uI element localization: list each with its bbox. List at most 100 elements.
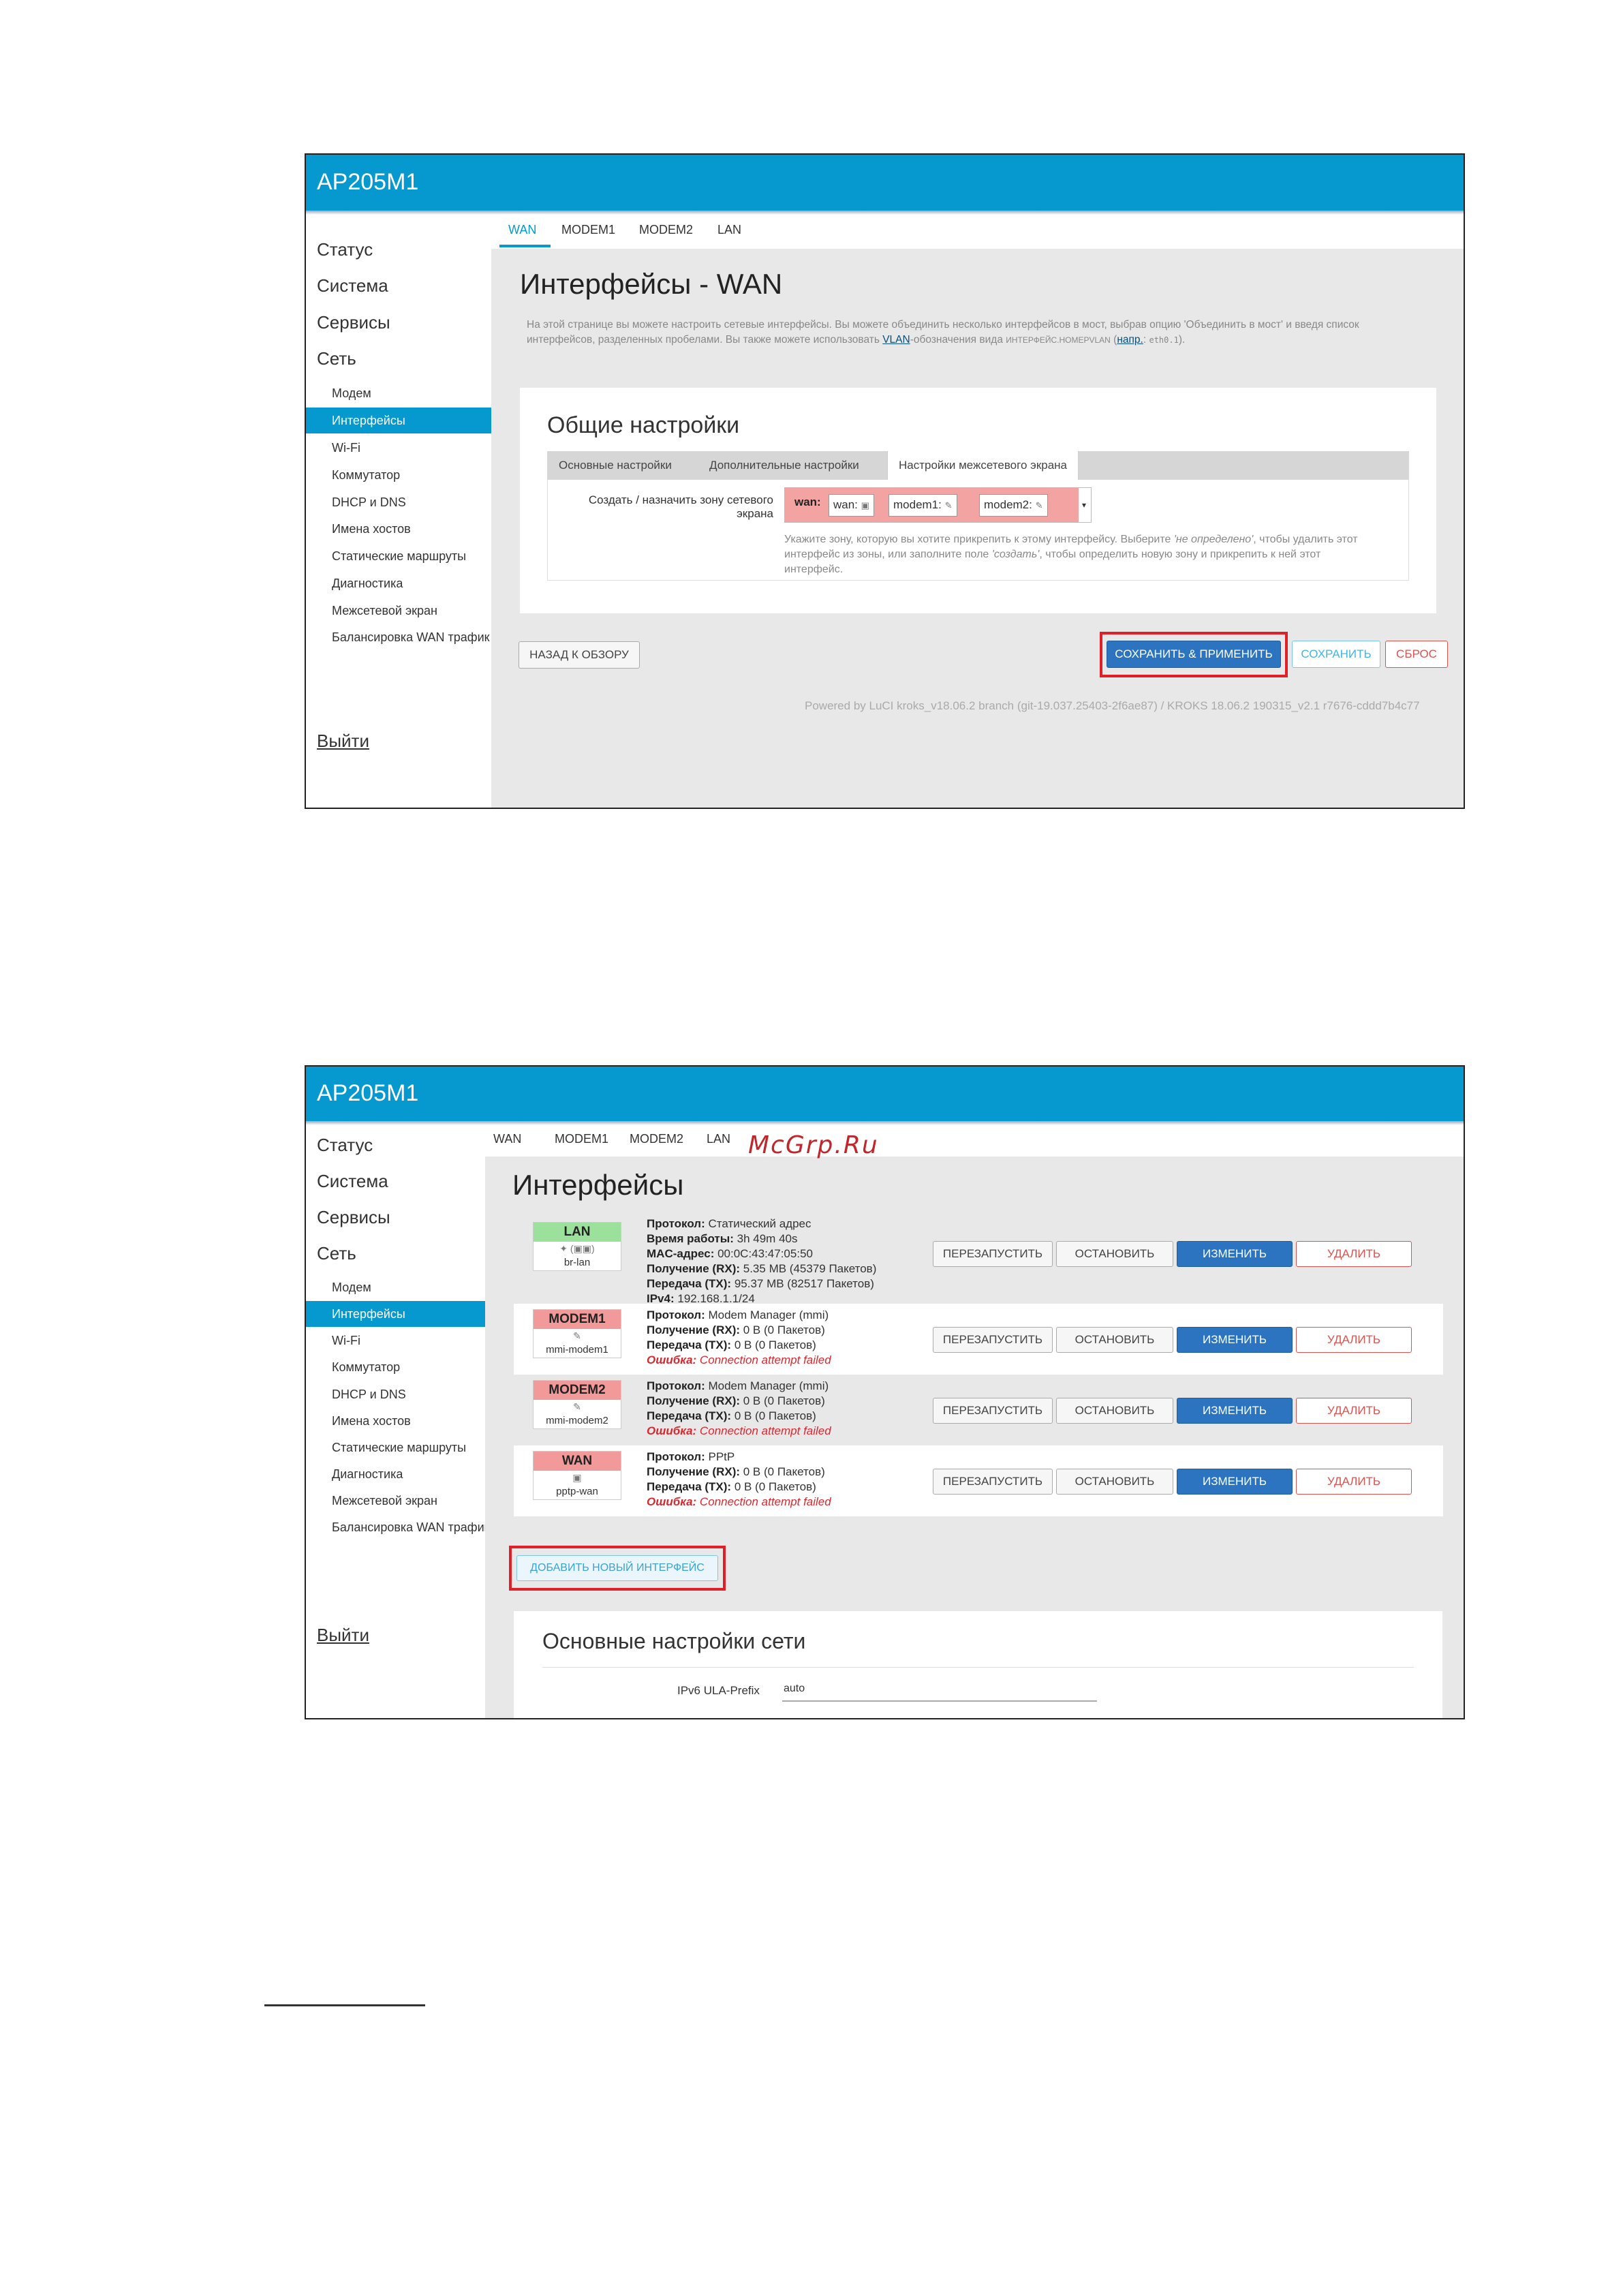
interface-badge: WAN ▣ pptp-wan (533, 1451, 621, 1500)
edit-button[interactable]: ИЗМЕНИТЬ (1177, 1241, 1293, 1267)
nav-hostnames[interactable]: Имена хостов (332, 522, 411, 536)
logout-link[interactable]: Выйти (317, 731, 369, 752)
nav-diagnostics[interactable]: Диагностика (332, 577, 403, 591)
add-interface-button[interactable]: ДОБАВИТЬ НОВЫЙ ИНТЕРФЕЙС (516, 1555, 718, 1581)
nav-interfaces-label: Интерфейсы (332, 414, 405, 427)
firewall-zone-select[interactable]: wan: wan: ▣ modem1: ✎ modem2: ✎ ▾ (784, 487, 1092, 523)
nav-hostnames[interactable]: Имена хостов (332, 1414, 411, 1428)
screenshot-interfaces-overview: AP205M1 Статус Система Сервисы Сеть Моде… (305, 1065, 1465, 1719)
settings-subtabs: Основные настройки Дополнительные настро… (547, 451, 1409, 480)
nav-services[interactable]: Сервисы (317, 1207, 390, 1228)
nav-network[interactable]: Сеть (317, 348, 356, 369)
tab-wan[interactable]: WAN (493, 1132, 521, 1146)
delete-button[interactable]: УДАЛИТЬ (1296, 1469, 1412, 1495)
nav-firewall[interactable]: Межсетевой экран (332, 1494, 437, 1508)
stop-button[interactable]: ОСТАНОВИТЬ (1056, 1327, 1173, 1353)
nav-static-routes[interactable]: Статические маршруты (332, 549, 466, 564)
subtab-advanced[interactable]: Дополнительные настройки (709, 451, 859, 480)
zone-chip-modem1: modem1: ✎ (888, 494, 957, 517)
tab-modem1[interactable]: MODEM1 (561, 223, 615, 237)
nav-dhcp-dns[interactable]: DHCP и DNS (332, 495, 406, 510)
stop-button[interactable]: ОСТАНОВИТЬ (1056, 1241, 1173, 1267)
dropdown-caret-icon[interactable]: ▾ (1082, 500, 1086, 510)
sidebar: Статус Система Сервисы Сеть Модем Интерф… (306, 215, 491, 808)
edit-button[interactable]: ИЗМЕНИТЬ (1177, 1398, 1293, 1424)
nav-modem[interactable]: Модем (332, 386, 371, 401)
save-button[interactable]: СОХРАНИТЬ (1292, 641, 1380, 668)
back-to-overview-button[interactable]: НАЗАД К ОБЗОРУ (519, 641, 640, 669)
status-line: Получение (RX): 0 B (0 Пакетов) (647, 1394, 825, 1407)
nav-wifi[interactable]: Wi-Fi (332, 441, 360, 455)
nav-static-routes[interactable]: Статические маршруты (332, 1441, 466, 1455)
stop-button[interactable]: ОСТАНОВИТЬ (1056, 1469, 1173, 1495)
nav-services[interactable]: Сервисы (317, 312, 390, 333)
status-line: Передача (TX): 0 B (0 Пакетов) (647, 1338, 816, 1351)
status-line: Ошибка: Connection attempt failed (647, 1495, 831, 1508)
nav-modem[interactable]: Модем (332, 1281, 371, 1295)
zone-selected-label: wan: (794, 495, 821, 508)
app-title[interactable]: AP205M1 (306, 1067, 1464, 1121)
save-apply-button[interactable]: СОХРАНИТЬ & ПРИМЕНИТЬ (1107, 641, 1281, 668)
nav-wifi[interactable]: Wi-Fi (332, 1334, 360, 1348)
zone-chip-modem2-label: modem2: (984, 498, 1032, 511)
subtab-firewall[interactable]: Настройки межсетевого экрана (887, 451, 1079, 480)
nav-switch[interactable]: Коммутатор (332, 468, 400, 483)
nav-dhcp-dns[interactable]: DHCP и DNS (332, 1388, 406, 1402)
device-icon: ✎ (573, 1330, 581, 1341)
tab-wan[interactable]: WAN (508, 223, 536, 237)
restart-button[interactable]: ПЕРЕЗАПУСТИТЬ (933, 1469, 1053, 1495)
stop-button[interactable]: ОСТАНОВИТЬ (1056, 1398, 1173, 1424)
delete-button[interactable]: УДАЛИТЬ (1296, 1327, 1412, 1353)
restart-button[interactable]: ПЕРЕЗАПУСТИТЬ (933, 1241, 1053, 1267)
nav-network[interactable]: Сеть (317, 1243, 356, 1264)
interface-status: Протокол: Статический адрес Время работы:… (647, 1216, 876, 1306)
tab-lan[interactable]: LAN (707, 1132, 730, 1146)
nav-interfaces-active[interactable]: Интерфейсы (306, 1301, 485, 1327)
logout-link[interactable]: Выйти (317, 1625, 369, 1646)
hint-text: Укажите зону, которую вы хотите прикрепи… (784, 534, 1174, 545)
nav-wan-balancing[interactable]: Балансировка WAN трафик (332, 1520, 490, 1535)
nav-diagnostics[interactable]: Диагностика (332, 1467, 403, 1482)
zone-chip-modem2: modem2: ✎ (979, 494, 1048, 517)
tab-modem2[interactable]: MODEM2 (630, 1132, 683, 1146)
nav-system[interactable]: Система (317, 1171, 388, 1192)
interface-status: Протокол: PPtP Получение (RX): 0 B (0 Пак… (647, 1450, 831, 1510)
status-line: Ошибка: Connection attempt failed (647, 1353, 831, 1366)
nav-status[interactable]: Статус (317, 1135, 373, 1156)
nav-switch[interactable]: Коммутатор (332, 1360, 400, 1375)
modem-icon: ✎ (1035, 500, 1043, 510)
modem-icon: ✎ (944, 500, 953, 510)
example-link[interactable]: напр. (1117, 334, 1143, 346)
status-line: Передача (TX): 95.37 MB (82517 Пакетов) (647, 1277, 874, 1290)
panel-title: Основные настройки сети (542, 1629, 806, 1653)
delete-button[interactable]: УДАЛИТЬ (1296, 1398, 1412, 1424)
edit-button[interactable]: ИЗМЕНИТЬ (1177, 1469, 1293, 1495)
reset-button[interactable]: СБРОС (1385, 641, 1448, 668)
subtab-basic[interactable]: Основные настройки (559, 451, 672, 480)
nav-wan-balancing[interactable]: Балансировка WAN трафик (332, 630, 490, 645)
interface-badge: LAN ✦ (▣▣) br-lan (533, 1222, 621, 1271)
restart-button[interactable]: ПЕРЕЗАПУСТИТЬ (933, 1398, 1053, 1424)
nav-firewall[interactable]: Межсетевой экран (332, 604, 437, 618)
hint-create: 'создать' (991, 549, 1040, 560)
interface-name: LAN (534, 1223, 621, 1242)
app-title[interactable]: AP205M1 (306, 155, 1464, 211)
vlan-link[interactable]: VLAN (882, 334, 910, 346)
nav-interfaces-active[interactable]: Интерфейсы (306, 408, 491, 433)
delete-button[interactable]: УДАЛИТЬ (1296, 1241, 1412, 1267)
tab-modem1[interactable]: MODEM1 (555, 1132, 608, 1146)
tab-modem2[interactable]: MODEM2 (639, 223, 693, 237)
ipv6-ula-input[interactable]: auto (782, 1683, 1097, 1702)
restart-button[interactable]: ПЕРЕЗАПУСТИТЬ (933, 1327, 1053, 1353)
device-icon: ✎ (573, 1401, 581, 1412)
zone-chip-wan: wan: ▣ (829, 494, 874, 517)
nav-status[interactable]: Статус (317, 239, 373, 260)
interface-row-wan: WAN ▣ pptp-wan Протокол: PPtP Получение (RX)… (514, 1445, 1443, 1516)
watermark: McGrp.Ru (748, 1131, 879, 1159)
nav-interfaces-label: Интерфейсы (332, 1307, 405, 1321)
panel-title: Общие настройки (547, 412, 740, 438)
nav-system[interactable]: Система (317, 275, 388, 296)
edit-button[interactable]: ИЗМЕНИТЬ (1177, 1327, 1293, 1353)
tab-lan[interactable]: LAN (717, 223, 741, 237)
interface-tabs: WAN MODEM1 MODEM2 LAN (491, 215, 1464, 249)
